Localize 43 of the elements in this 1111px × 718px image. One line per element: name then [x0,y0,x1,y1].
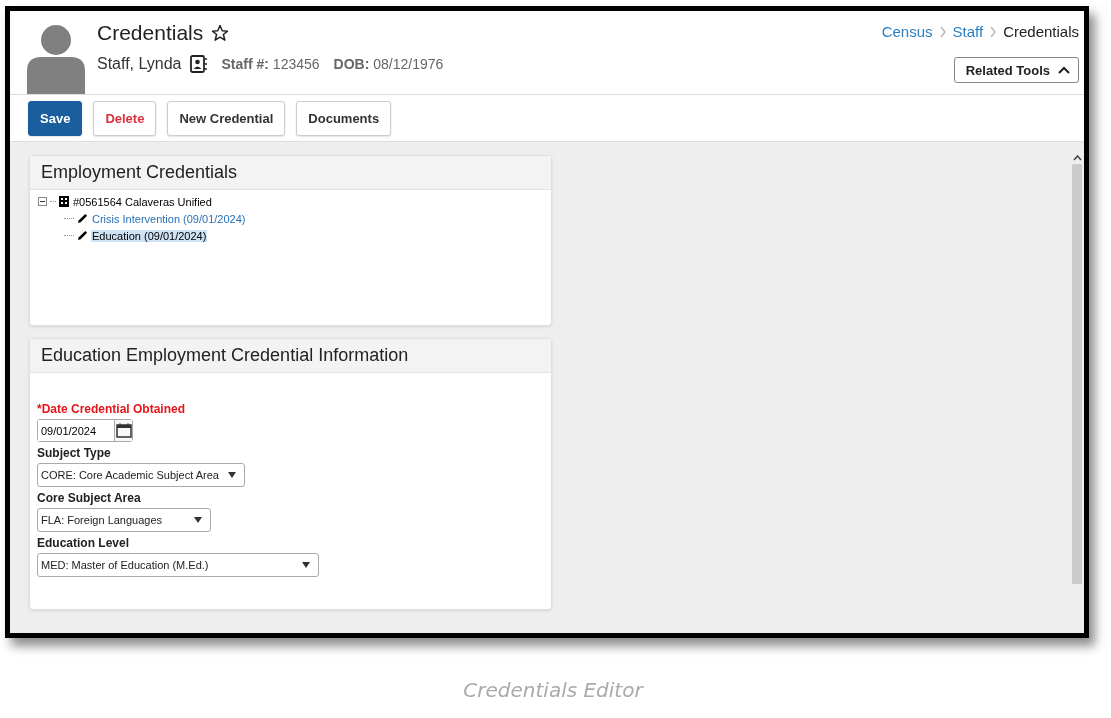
scroll-up-icon[interactable] [1072,155,1082,161]
toolbar-button[interactable]: Documents [296,100,392,136]
field-label: Subject Type [37,446,112,460]
chevron-right-icon [938,25,947,38]
calendar-button[interactable] [115,420,132,441]
breadcrumb-link[interactable]: Census [881,23,933,40]
collapse-toggle[interactable] [38,197,47,206]
person-name: Staff, Lynda [97,55,182,73]
panel-title: Employment Credentials [41,162,238,183]
dropdown-field[interactable]: CORE: Core Academic Subject Area [37,463,245,487]
save-button[interactable]: Save [28,100,83,136]
chevron-up-icon [1058,66,1070,74]
star-icon[interactable] [211,24,230,42]
dropdown-arrow-icon [302,562,310,568]
dropdown-arrow-icon [228,472,236,478]
field-label: Education Level [37,536,131,550]
minus-icon [39,198,46,205]
building-icon [59,196,69,207]
related-tools-button[interactable]: Related Tools [953,57,1079,83]
contact-card-icon[interactable] [189,55,208,73]
breadcrumb-link[interactable]: Staff [952,23,984,40]
tree-item[interactable]: Crisis Intervention (09/01/2024) [91,212,247,225]
field-label: *Date Credential Obtained [37,402,187,416]
current-page-label: Credentials [1003,23,1079,40]
dropdown-arrow-icon [194,517,202,523]
toolbar-button[interactable]: New Credential [167,100,286,136]
delete-button[interactable]: Delete [93,100,157,136]
figure-caption: Credentials Editor [463,678,643,702]
date-field[interactable]: 09/01/2024 [37,419,133,442]
chevron-right-icon [989,25,998,38]
scrollbar-thumb[interactable] [1072,164,1082,584]
dropdown-field[interactable]: FLA: Foreign Languages [37,508,211,532]
tree-item[interactable]: #0561564 Calaveras Unified [72,195,213,208]
pencil-icon [77,230,88,241]
dropdown-field[interactable]: MED: Master of Education (M.Ed.) [37,553,319,577]
panel-title: Education Employment Credential Information [41,345,409,366]
page-title: Credentials [97,21,204,45]
tree-item[interactable]: Education (09/01/2024) [91,229,208,242]
avatar-silhouette [27,23,85,95]
staff-number: Staff #: 123456 [221,56,320,72]
date-of-birth: DOB: 08/12/1976 [333,56,444,72]
pencil-icon [77,213,88,224]
field-label: Core Subject Area [37,491,142,505]
